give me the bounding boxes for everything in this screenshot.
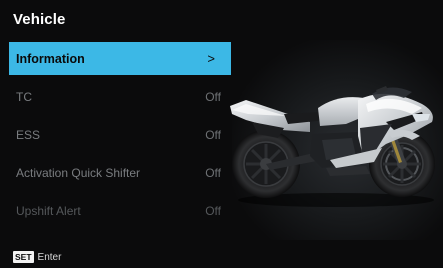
menu-item-label: Information bbox=[16, 52, 85, 66]
page-title: Vehicle bbox=[13, 11, 66, 28]
menu-item-value: Off bbox=[205, 204, 221, 218]
menu-item-tc[interactable]: TC Off bbox=[9, 80, 231, 113]
menu-item-value: Off bbox=[205, 90, 221, 104]
motorcycle-image bbox=[230, 86, 435, 207]
menu-item-label: TC bbox=[16, 90, 32, 104]
menu-item-upshift-alert[interactable]: Upshift Alert Off bbox=[9, 194, 231, 227]
menu-item-label: Activation Quick Shifter bbox=[16, 166, 141, 180]
menu-item-label: Upshift Alert bbox=[16, 204, 81, 218]
vehicle-menu: Information > TC Off ESS Off Activation … bbox=[9, 42, 231, 232]
set-key-badge: SET bbox=[13, 251, 34, 263]
footer-hint: SET Enter bbox=[13, 251, 61, 263]
menu-item-label: ESS bbox=[16, 128, 41, 142]
menu-item-value: Off bbox=[205, 128, 221, 142]
menu-item-value: Off bbox=[205, 166, 221, 180]
menu-item-activation-quick-shifter[interactable]: Activation Quick Shifter Off bbox=[9, 156, 231, 189]
menu-item-information[interactable]: Information > bbox=[9, 42, 231, 75]
menu-item-ess[interactable]: ESS Off bbox=[9, 118, 231, 151]
chevron-right-icon: > bbox=[207, 51, 215, 66]
enter-hint-label: Enter bbox=[37, 251, 62, 263]
vehicle-screen: Vehicle Information > TC Off ESS Off Act… bbox=[0, 0, 443, 268]
